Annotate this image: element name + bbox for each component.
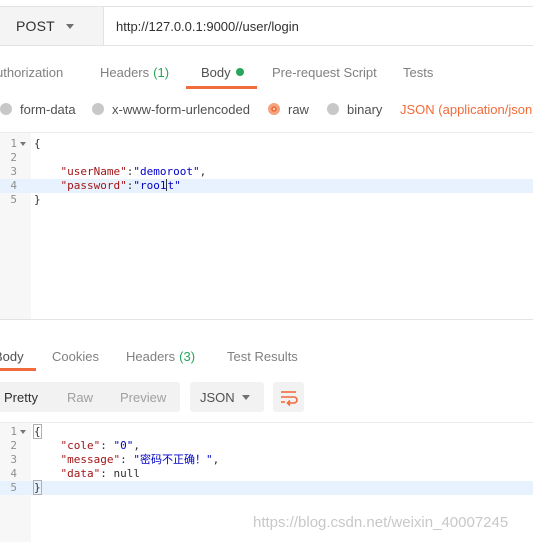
json-string: "密码不正确！" bbox=[133, 453, 213, 466]
content-type-dropdown[interactable]: JSON (application/json) bbox=[400, 100, 533, 118]
code-token: { bbox=[33, 424, 42, 439]
json-key: "userName" bbox=[60, 165, 127, 178]
code-line: 2 "cole": "0", bbox=[0, 439, 533, 453]
active-tab-indicator bbox=[186, 86, 257, 89]
radio-label: raw bbox=[288, 101, 309, 117]
request-tabs: uthorization Headers (1) Body Pre-request… bbox=[0, 56, 533, 89]
method-select[interactable]: POST bbox=[0, 6, 104, 46]
tab-label: uthorization bbox=[0, 64, 64, 80]
code-token: } bbox=[33, 480, 42, 495]
format-select[interactable]: JSON bbox=[190, 382, 264, 412]
radio-binary[interactable]: binary bbox=[327, 100, 382, 118]
radio-label: form-data bbox=[20, 101, 76, 117]
tab-label: Headers bbox=[100, 64, 150, 80]
format-label: JSON bbox=[200, 389, 235, 405]
tab-response-headers[interactable]: Headers (3) bbox=[126, 340, 195, 372]
line-number: 2 bbox=[10, 439, 17, 452]
tab-tests[interactable]: Tests bbox=[403, 56, 433, 88]
response-tabs: Body Cookies Headers(3) Test Results bbox=[0, 340, 533, 370]
radio-form-data[interactable]: form-data bbox=[0, 100, 76, 118]
code-line-active: 5 } bbox=[0, 480, 533, 495]
view-preview-button[interactable]: Preview bbox=[120, 382, 166, 412]
code-token: } bbox=[34, 193, 41, 206]
view-pretty-button[interactable]: Pretty bbox=[4, 382, 38, 412]
code-line: 4 "data": null bbox=[0, 467, 533, 481]
status-dot-icon bbox=[235, 68, 244, 76]
method-label: POST bbox=[16, 18, 55, 34]
code-line-active: 4 "password":"roo1t" bbox=[0, 179, 533, 193]
view-mode-group: Pretty Raw Preview bbox=[0, 382, 180, 412]
json-key: "cole" bbox=[60, 439, 101, 452]
code-line: 1 { bbox=[0, 137, 533, 151]
wrap-lines-icon bbox=[281, 391, 298, 407]
tab-headers[interactable]: Headers (1) bbox=[100, 56, 169, 88]
panel-divider[interactable] bbox=[0, 319, 533, 320]
code-line: 5 } bbox=[0, 193, 533, 207]
json-null: null bbox=[113, 467, 141, 480]
line-number: 3 bbox=[10, 165, 17, 178]
wrap-lines-button[interactable] bbox=[273, 382, 304, 412]
line-number: 5 bbox=[10, 193, 17, 206]
radio-icon bbox=[327, 103, 339, 115]
request-body-editor[interactable]: 1 { 2 3 "userName":"demoroot", 4 "passwo… bbox=[0, 132, 533, 319]
tab-cookies[interactable]: Cookies bbox=[52, 340, 99, 372]
watermark: https://blog.csdn.net/weixin_40007245 bbox=[253, 514, 509, 531]
line-number: 4 bbox=[10, 179, 17, 192]
tab-label: Body bbox=[201, 64, 231, 80]
response-toolbar: Pretty Raw Preview JSON bbox=[0, 382, 533, 412]
json-key: "password" bbox=[60, 179, 127, 192]
line-number: 3 bbox=[10, 453, 17, 466]
radio-selected-icon bbox=[268, 103, 280, 115]
json-string: "roo1 bbox=[133, 179, 167, 192]
code-line: 1 { bbox=[0, 424, 533, 439]
chevron-down-icon bbox=[242, 395, 250, 400]
tab-label: Test Results bbox=[227, 348, 298, 364]
code-token: { bbox=[34, 137, 41, 150]
chevron-down-icon bbox=[66, 24, 74, 29]
tab-label: Tests bbox=[403, 64, 434, 80]
tab-label: Headers bbox=[126, 348, 176, 364]
radio-label: binary bbox=[347, 101, 383, 117]
url-input[interactable]: http://127.0.0.1:9000//user/login bbox=[104, 6, 533, 46]
line-number: 4 bbox=[10, 467, 17, 480]
active-tab-indicator bbox=[0, 368, 36, 371]
headers-count: (3) bbox=[179, 348, 196, 364]
code-line: 2 bbox=[0, 151, 533, 165]
request-url-bar: POST http://127.0.0.1:9000//user/login bbox=[0, 6, 533, 46]
view-raw-button[interactable]: Raw bbox=[67, 382, 93, 412]
code-line: 3 "userName":"demoroot", bbox=[0, 165, 533, 179]
line-number: 2 bbox=[10, 151, 17, 164]
json-key: "data" bbox=[60, 467, 101, 480]
code-line: 3 "message": "密码不正确！", bbox=[0, 453, 533, 467]
tab-test-results[interactable]: Test Results bbox=[227, 340, 298, 372]
radio-icon bbox=[0, 103, 12, 115]
radio-urlencoded[interactable]: x-www-form-urlencoded bbox=[92, 100, 250, 118]
line-number: 5 bbox=[10, 481, 17, 494]
tab-authorization[interactable]: uthorization bbox=[0, 56, 63, 88]
line-number: 1 bbox=[10, 137, 17, 150]
json-string: t" bbox=[167, 179, 181, 192]
tab-body[interactable]: Body bbox=[201, 56, 244, 88]
tab-pre-request-script[interactable]: Pre-request Script bbox=[272, 56, 377, 88]
tab-label: Body bbox=[0, 348, 24, 364]
line-number: 1 bbox=[10, 425, 17, 438]
json-string: "0" bbox=[113, 439, 134, 452]
fold-arrow-icon[interactable] bbox=[20, 142, 26, 146]
radio-raw[interactable]: raw bbox=[268, 100, 309, 118]
json-string: "demoroot" bbox=[133, 165, 200, 178]
radio-label: x-www-form-urlencoded bbox=[112, 101, 250, 117]
body-type-selector: form-data x-www-form-urlencoded raw bina… bbox=[0, 96, 533, 122]
json-key: "message" bbox=[60, 453, 121, 466]
tab-label: Pre-request Script bbox=[272, 64, 377, 80]
fold-arrow-icon[interactable] bbox=[20, 430, 26, 434]
radio-icon bbox=[92, 103, 104, 115]
tab-label: Cookies bbox=[52, 348, 99, 364]
headers-count: (1) bbox=[153, 64, 170, 80]
